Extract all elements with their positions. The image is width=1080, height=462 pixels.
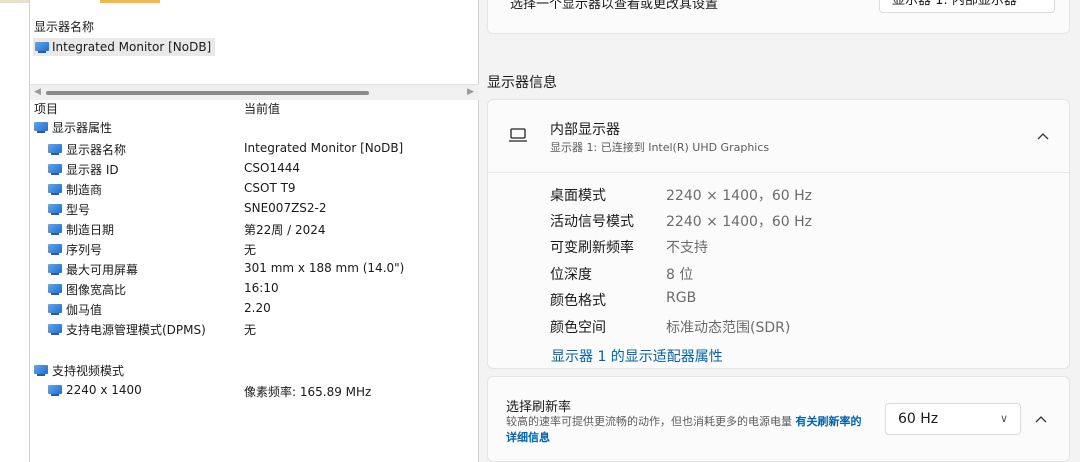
row-value: 301 mm x 188 mm (14.0")	[244, 261, 405, 275]
prop-value: 2240 × 1400，60 Hz	[666, 214, 813, 230]
row-value: 第22周 / 2024	[244, 223, 326, 237]
row-name: 2240 x 1400	[66, 383, 142, 397]
prop-key: 颜色格式	[550, 293, 606, 309]
row-name: 序列号	[66, 243, 103, 257]
refresh-rate-value: 60 Hz	[898, 411, 939, 427]
background-window-strip	[0, 0, 29, 462]
prop-key: 活动信号模式	[550, 214, 634, 230]
monitor-icon	[48, 384, 62, 396]
row-value: 16:10	[244, 281, 279, 295]
prop-value: 标准动态范围(SDR)	[666, 320, 791, 336]
group-row[interactable]: 支持视频模式	[30, 362, 480, 379]
display-info-card: 内部显示器 显示器 1: 已连接到 Intel(R) UHD Graphics …	[487, 99, 1071, 369]
monitor-icon	[48, 204, 62, 215]
prop-value: 8 位	[666, 267, 694, 283]
display-info-subtitle: 显示器 1: 已连接到 Intel(R) UHD Graphics	[550, 141, 770, 154]
display-info-header[interactable]: 内部显示器 显示器 1: 已连接到 Intel(R) UHD Graphics	[488, 100, 1071, 173]
section-title: 显示器信息	[487, 75, 557, 91]
chevron-up-icon[interactable]	[1033, 126, 1053, 146]
monitor-icon	[48, 244, 62, 255]
row-name: 显示器名称	[66, 143, 127, 157]
prop-key: 位深度	[550, 267, 592, 283]
table-row[interactable]: 最大可用屏幕 301 mm x 188 mm (14.0")	[30, 261, 480, 278]
table-row[interactable]: 制造商 CSOT T9	[30, 181, 480, 198]
refresh-rate-dropdown[interactable]: 60 Hz ∨	[885, 403, 1021, 435]
scroll-right-icon[interactable]: ▶	[467, 87, 474, 97]
row-value: 2.20	[244, 301, 271, 315]
table-row[interactable]: 伽马值 2.20	[30, 301, 480, 318]
monitor-icon	[34, 122, 48, 133]
monitor-icon	[35, 41, 49, 53]
refresh-rate-desc-text: 较高的速率可提供更流畅的动作，但也消耗更多的电源电量	[506, 415, 792, 428]
chevron-up-icon[interactable]	[1031, 409, 1051, 429]
table-row[interactable]: 2240 x 1400 像素频率: 165.89 MHz	[30, 383, 480, 400]
row-name: 制造日期	[66, 223, 115, 237]
refresh-rate-title: 选择刷新率	[506, 400, 572, 415]
window-fragment	[0, 0, 29, 3]
display-info-title: 内部显示器	[550, 122, 620, 138]
chevron-down-icon: ∨	[999, 412, 1008, 425]
table-row[interactable]: 序列号 无	[30, 241, 480, 258]
column-header-item[interactable]: 项目	[34, 100, 58, 117]
table-row[interactable]: 显示器名称 Integrated Monitor [NoDB]	[30, 141, 480, 158]
row-name: 制造商	[66, 183, 103, 197]
row-value: CSOT T9	[244, 181, 296, 195]
monitor-icon	[34, 365, 48, 376]
prop-value: RGB	[666, 290, 697, 306]
refresh-rate-description: 较高的速率可提供更流畅的动作，但也消耗更多的电源电量 有关刷新率的详细信息	[506, 414, 866, 446]
row-name: 伽马值	[66, 303, 103, 317]
display-select-dropdown[interactable]: 显示器 1: 内部显示器	[879, 0, 1055, 13]
monitor-icon	[48, 224, 62, 235]
toolbar-fragment	[100, 0, 160, 3]
row-value: 无	[244, 243, 257, 257]
prop-value: 不支持	[666, 240, 708, 256]
row-value: Integrated Monitor [NoDB]	[244, 141, 404, 155]
row-value: 像素频率: 165.89 MHz	[244, 385, 372, 399]
row-name: 最大可用屏幕	[66, 263, 139, 277]
monitor-icon	[48, 304, 62, 315]
row-name: 显示器 ID	[66, 163, 119, 177]
monitor-icon	[48, 284, 62, 295]
property-table: 项目 当前值 显示器属性 显示器名称 Integrated Monitor [N…	[30, 97, 480, 462]
table-row[interactable]: 支持电源管理模式(DPMS) 无	[30, 321, 480, 338]
monitor-icon	[48, 144, 62, 155]
scroll-left-icon[interactable]: ◀	[34, 87, 41, 97]
monitor-icon	[48, 184, 62, 195]
display-select-prompt: 选择一个显示器以查看或更改其设置	[510, 0, 719, 12]
monitor-list-header: 显示器名称	[34, 20, 95, 34]
table-row[interactable]: 显示器 ID CSO1444	[30, 161, 480, 178]
row-name: 图像宽高比	[66, 283, 127, 297]
settings-panel: 选择一个显示器以查看或更改其设置 显示器 1: 内部显示器 显示器信息 内部显示…	[479, 0, 1080, 462]
group-row[interactable]: 显示器属性	[30, 119, 480, 136]
row-value: 无	[244, 323, 257, 337]
monitor-icon	[48, 324, 62, 335]
laptop-icon	[509, 128, 527, 142]
group-label: 支持视频模式	[52, 364, 125, 378]
display-select-card: 选择一个显示器以查看或更改其设置 显示器 1: 内部显示器	[487, 0, 1070, 34]
scrollbar-thumb[interactable]	[46, 91, 369, 95]
monitor-list-item[interactable]: Integrated Monitor [NoDB]	[33, 38, 216, 56]
row-name: 型号	[66, 203, 91, 217]
row-name: 支持电源管理模式(DPMS)	[66, 323, 206, 337]
refresh-rate-card: 选择刷新率 较高的速率可提供更流畅的动作，但也消耗更多的电源电量 有关刷新率的详…	[487, 376, 1070, 462]
monitor-icon	[48, 264, 62, 275]
prop-key: 颜色空间	[550, 320, 606, 336]
table-row[interactable]: 图像宽高比 16:10	[30, 281, 480, 298]
group-label: 显示器属性	[52, 121, 113, 135]
prop-key: 桌面模式	[550, 188, 606, 204]
table-row[interactable]: 制造日期 第22周 / 2024	[30, 221, 480, 238]
monitor-list-item-label: Integrated Monitor [NoDB]	[52, 40, 212, 54]
adapter-properties-link[interactable]: 显示器 1 的显示适配器属性	[551, 346, 723, 366]
monitor-list-panel: 显示器名称 Integrated Monitor [NoDB] ◀ ▶	[30, 8, 480, 100]
monitor-icon	[48, 164, 62, 175]
monitor-info-app: 显示器名称 Integrated Monitor [NoDB] ◀ ▶ 项目 当…	[29, 0, 480, 462]
row-value: SNE007ZS2-2	[244, 201, 327, 215]
row-value: CSO1444	[244, 161, 300, 175]
prop-key: 可变刷新频率	[550, 240, 634, 256]
table-row[interactable]: 型号 SNE007ZS2-2	[30, 201, 480, 218]
prop-value: 2240 × 1400，60 Hz	[666, 188, 813, 204]
column-header-value[interactable]: 当前值	[244, 100, 280, 117]
